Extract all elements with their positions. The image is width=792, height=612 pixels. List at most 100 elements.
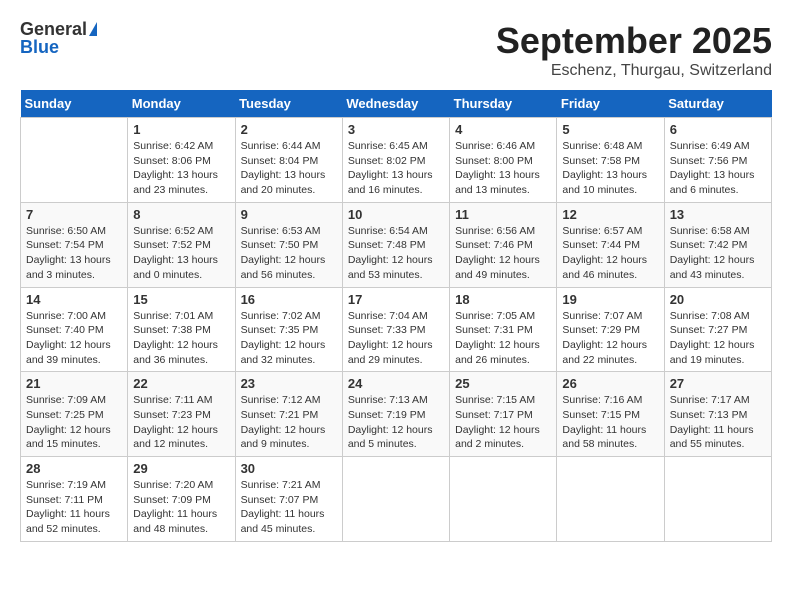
day-number: 4 xyxy=(455,122,551,137)
calendar-cell: 8Sunrise: 6:52 AMSunset: 7:52 PMDaylight… xyxy=(128,202,235,287)
logo-triangle-icon xyxy=(89,22,97,36)
day-number: 26 xyxy=(562,376,658,391)
day-number: 6 xyxy=(670,122,766,137)
logo-general-text: General xyxy=(20,20,87,38)
day-number: 15 xyxy=(133,292,229,307)
day-number: 14 xyxy=(26,292,122,307)
calendar-cell: 22Sunrise: 7:11 AMSunset: 7:23 PMDayligh… xyxy=(128,372,235,457)
calendar-cell xyxy=(342,457,449,542)
day-number: 21 xyxy=(26,376,122,391)
day-number: 10 xyxy=(348,207,444,222)
calendar-cell: 17 Sunrise: 7:04 AMSunset: 7:33 PMDayligh… xyxy=(342,287,449,372)
page-header: General Blue September 2025 Eschenz, Thu… xyxy=(20,20,772,80)
calendar-table: SundayMondayTuesdayWednesdayThursdayFrid… xyxy=(20,90,772,542)
week-row-2: 7Sunrise: 6:50 AMSunset: 7:54 PMDaylight… xyxy=(21,202,772,287)
title-block: September 2025 Eschenz, Thurgau, Switzer… xyxy=(496,20,772,80)
calendar-cell xyxy=(557,457,664,542)
calendar-cell: 27 Sunrise: 7:17 AMSunset: 7:13 PMDayligh… xyxy=(664,372,771,457)
cell-content: Sunrise: 7:12 AMSunset: 7:21 PMDaylight:… xyxy=(241,393,337,452)
calendar-cell: 19 Sunrise: 7:07 AMSunset: 7:29 PMDayligh… xyxy=(557,287,664,372)
cell-content: Sunrise: 7:02 AMSunset: 7:35 PMDaylight:… xyxy=(241,309,337,368)
calendar-body: 1Sunrise: 6:42 AMSunset: 8:06 PMDaylight… xyxy=(21,118,772,542)
cell-content: Sunrise: 7:08 AMSunset: 7:27 PMDaylight:… xyxy=(670,309,766,368)
calendar-cell xyxy=(664,457,771,542)
cell-content: Sunrise: 7:19 AMSunset: 7:11 PMDaylight:… xyxy=(26,478,122,537)
calendar-cell: 4 Sunrise: 6:46 AMSunset: 8:00 PMDaylight… xyxy=(450,118,557,203)
logo-blue-text: Blue xyxy=(20,38,97,56)
calendar-cell: 18Sunrise: 7:05 AMSunset: 7:31 PMDayligh… xyxy=(450,287,557,372)
cell-content: Sunrise: 6:49 AMSunset: 7:56 PMDaylight:… xyxy=(670,139,766,198)
header-saturday: Saturday xyxy=(664,90,771,118)
cell-content: Sunrise: 6:53 AMSunset: 7:50 PMDaylight:… xyxy=(241,224,337,283)
cell-content: Sunrise: 6:54 AMSunset: 7:48 PMDaylight:… xyxy=(348,224,444,283)
day-number: 9 xyxy=(241,207,337,222)
cell-content: Sunrise: 7:04 AMSunset: 7:33 PMDaylight:… xyxy=(348,309,444,368)
day-number: 3 xyxy=(348,122,444,137)
week-row-5: 28 Sunrise: 7:19 AMSunset: 7:11 PMDayligh… xyxy=(21,457,772,542)
cell-content: Sunrise: 6:45 AMSunset: 8:02 PMDaylight:… xyxy=(348,139,444,198)
day-number: 27 xyxy=(670,376,766,391)
calendar-cell: 20 Sunrise: 7:08 AMSunset: 7:27 PMDayligh… xyxy=(664,287,771,372)
cell-content: Sunrise: 7:07 AMSunset: 7:29 PMDaylight:… xyxy=(562,309,658,368)
calendar-cell: 6 Sunrise: 6:49 AMSunset: 7:56 PMDaylight… xyxy=(664,118,771,203)
cell-content: Sunrise: 6:58 AMSunset: 7:42 PMDaylight:… xyxy=(670,224,766,283)
cell-content: Sunrise: 7:13 AMSunset: 7:19 PMDaylight:… xyxy=(348,393,444,452)
cell-content: Sunrise: 6:50 AMSunset: 7:54 PMDaylight:… xyxy=(26,224,122,283)
location: Eschenz, Thurgau, Switzerland xyxy=(496,62,772,80)
cell-content: Sunrise: 6:48 AMSunset: 7:58 PMDaylight:… xyxy=(562,139,658,198)
cell-content: Sunrise: 7:01 AMSunset: 7:38 PMDaylight:… xyxy=(133,309,229,368)
day-number: 25 xyxy=(455,376,551,391)
day-number: 23 xyxy=(241,376,337,391)
calendar-cell: 30 Sunrise: 7:21 AMSunset: 7:07 PMDayligh… xyxy=(235,457,342,542)
day-number: 8 xyxy=(133,207,229,222)
calendar-cell xyxy=(21,118,128,203)
day-number: 13 xyxy=(670,207,766,222)
calendar-cell: 24 Sunrise: 7:13 AMSunset: 7:19 PMDayligh… xyxy=(342,372,449,457)
day-number: 12 xyxy=(562,207,658,222)
day-number: 28 xyxy=(26,461,122,476)
header-wednesday: Wednesday xyxy=(342,90,449,118)
cell-content: Sunrise: 7:15 AMSunset: 7:17 PMDaylight:… xyxy=(455,393,551,452)
header-friday: Friday xyxy=(557,90,664,118)
header-sunday: Sunday xyxy=(21,90,128,118)
calendar-cell: 28 Sunrise: 7:19 AMSunset: 7:11 PMDayligh… xyxy=(21,457,128,542)
day-number: 16 xyxy=(241,292,337,307)
calendar-cell: 2 Sunrise: 6:44 AMSunset: 8:04 PMDaylight… xyxy=(235,118,342,203)
calendar-cell: 12 Sunrise: 6:57 AMSunset: 7:44 PMDayligh… xyxy=(557,202,664,287)
cell-content: Sunrise: 7:09 AMSunset: 7:25 PMDaylight:… xyxy=(26,393,122,452)
calendar-cell: 3 Sunrise: 6:45 AMSunset: 8:02 PMDaylight… xyxy=(342,118,449,203)
logo: General Blue xyxy=(20,20,97,56)
day-number: 17 xyxy=(348,292,444,307)
cell-content: Sunrise: 7:16 AMSunset: 7:15 PMDaylight:… xyxy=(562,393,658,452)
cell-content: Sunrise: 7:17 AMSunset: 7:13 PMDaylight:… xyxy=(670,393,766,452)
cell-content: Sunrise: 7:20 AMSunset: 7:09 PMDaylight:… xyxy=(133,478,229,537)
cell-content: Sunrise: 6:44 AMSunset: 8:04 PMDaylight:… xyxy=(241,139,337,198)
day-number: 5 xyxy=(562,122,658,137)
calendar-cell: 13 Sunrise: 6:58 AMSunset: 7:42 PMDayligh… xyxy=(664,202,771,287)
day-number: 2 xyxy=(241,122,337,137)
day-number: 22 xyxy=(133,376,229,391)
day-number: 11 xyxy=(455,207,551,222)
header-thursday: Thursday xyxy=(450,90,557,118)
calendar-cell: 9 Sunrise: 6:53 AMSunset: 7:50 PMDaylight… xyxy=(235,202,342,287)
cell-content: Sunrise: 6:57 AMSunset: 7:44 PMDaylight:… xyxy=(562,224,658,283)
cell-content: Sunrise: 6:56 AMSunset: 7:46 PMDaylight:… xyxy=(455,224,551,283)
calendar-cell: 7Sunrise: 6:50 AMSunset: 7:54 PMDaylight… xyxy=(21,202,128,287)
week-row-1: 1Sunrise: 6:42 AMSunset: 8:06 PMDaylight… xyxy=(21,118,772,203)
calendar-cell: 29 Sunrise: 7:20 AMSunset: 7:09 PMDayligh… xyxy=(128,457,235,542)
calendar-cell: 23 Sunrise: 7:12 AMSunset: 7:21 PMDayligh… xyxy=(235,372,342,457)
calendar-cell: 1Sunrise: 6:42 AMSunset: 8:06 PMDaylight… xyxy=(128,118,235,203)
cell-content: Sunrise: 6:42 AMSunset: 8:06 PMDaylight:… xyxy=(133,139,229,198)
day-number: 30 xyxy=(241,461,337,476)
day-number: 20 xyxy=(670,292,766,307)
calendar-cell: 15 Sunrise: 7:01 AMSunset: 7:38 PMDayligh… xyxy=(128,287,235,372)
day-number: 19 xyxy=(562,292,658,307)
cell-content: Sunrise: 6:46 AMSunset: 8:00 PMDaylight:… xyxy=(455,139,551,198)
week-row-3: 14 Sunrise: 7:00 AMSunset: 7:40 PMDayligh… xyxy=(21,287,772,372)
cell-content: Sunrise: 7:21 AMSunset: 7:07 PMDaylight:… xyxy=(241,478,337,537)
cell-content: Sunrise: 7:00 AMSunset: 7:40 PMDaylight:… xyxy=(26,309,122,368)
day-number: 24 xyxy=(348,376,444,391)
calendar-cell xyxy=(450,457,557,542)
day-number: 29 xyxy=(133,461,229,476)
calendar-header-row: SundayMondayTuesdayWednesdayThursdayFrid… xyxy=(21,90,772,118)
